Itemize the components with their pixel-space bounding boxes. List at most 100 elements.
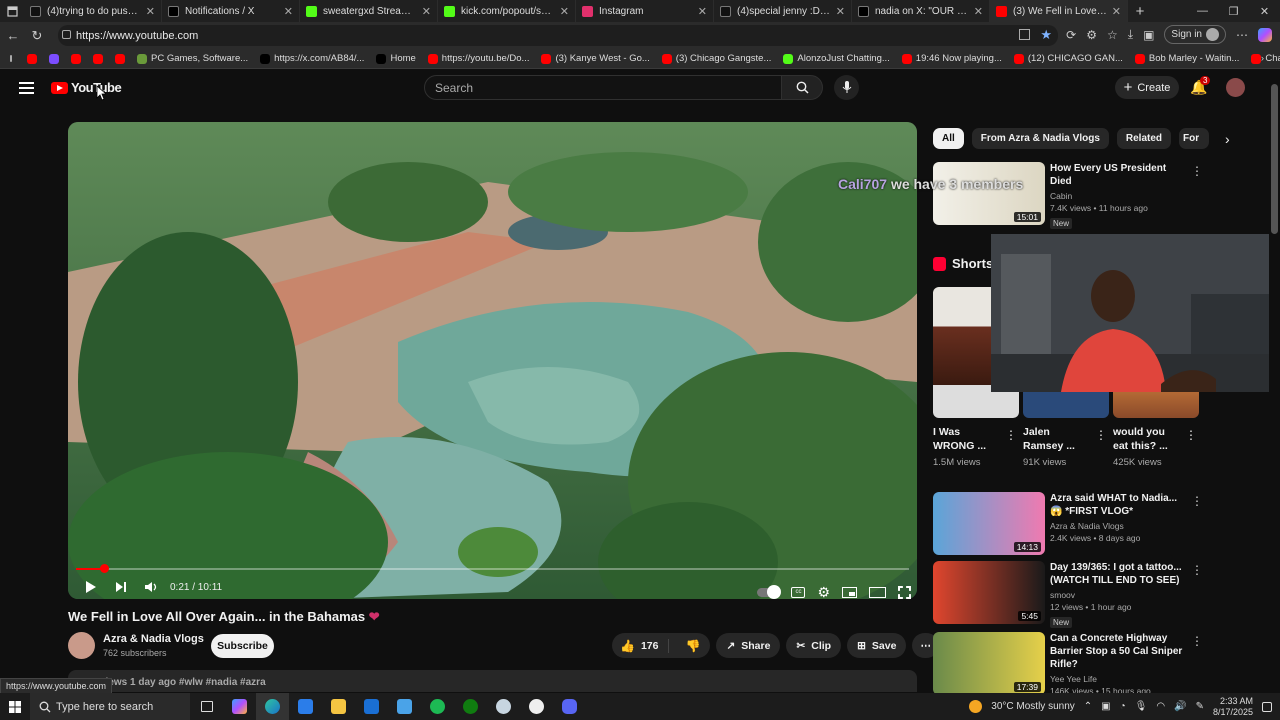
- bookmark-item[interactable]: https://x.com/AB84/...: [257, 53, 367, 64]
- close-tab-icon[interactable]: ✕: [836, 5, 845, 18]
- more-menu-icon[interactable]: ⋯: [1236, 28, 1248, 42]
- photos-icon[interactable]: [388, 699, 421, 714]
- sign-in-button[interactable]: Sign in: [1164, 25, 1226, 44]
- create-button[interactable]: + Create: [1115, 76, 1179, 99]
- video-thumbnail[interactable]: 17:39: [933, 632, 1045, 695]
- bookmark-item[interactable]: [90, 53, 106, 64]
- xbox-icon[interactable]: [454, 699, 487, 714]
- back-icon[interactable]: ←: [1, 28, 25, 43]
- browser-tab[interactable]: Instagram ✕: [576, 0, 714, 22]
- extensions-icon[interactable]: ⚙: [1086, 28, 1097, 42]
- notification-center-icon[interactable]: [1262, 701, 1272, 712]
- subscribe-button[interactable]: Subscribe: [211, 634, 274, 658]
- favorites-icon[interactable]: ☆: [1107, 28, 1118, 42]
- search-input[interactable]: Search: [424, 75, 782, 100]
- captions-icon[interactable]: cc: [791, 587, 806, 598]
- browser-tab[interactable]: (4)trying to do push-ups fo ✕: [24, 0, 162, 22]
- recommended-title[interactable]: Azra said WHAT to Nadia...😱 *FIRST VLOG*: [1050, 492, 1185, 518]
- close-tab-icon[interactable]: ✕: [422, 5, 431, 18]
- close-tab-icon[interactable]: ✕: [284, 5, 293, 18]
- minimize-icon[interactable]: —: [1187, 0, 1218, 22]
- channel-name[interactable]: Azra & Nadia Vlogs: [103, 633, 204, 645]
- copilot-taskbar-icon[interactable]: [223, 699, 256, 714]
- store-icon[interactable]: [289, 699, 322, 714]
- bookmark-item[interactable]: 19:46 Now playing...: [899, 53, 1005, 64]
- site-info-icon[interactable]: [62, 30, 71, 39]
- menu-icon[interactable]: [19, 82, 34, 97]
- recommended-title[interactable]: How Every US President Died: [1050, 162, 1185, 188]
- close-tab-icon[interactable]: ✕: [146, 5, 155, 18]
- short-menu-icon[interactable]: ⋮: [1005, 428, 1017, 442]
- restore-icon[interactable]: ❐: [1218, 0, 1249, 22]
- bookmark-item[interactable]: [68, 53, 84, 64]
- chip-related[interactable]: Related: [1116, 128, 1172, 149]
- short-menu-icon[interactable]: ⋮: [1185, 428, 1197, 442]
- browser-tab[interactable]: (3) We Fell in Love All ✕: [990, 0, 1128, 22]
- recommended-title[interactable]: Can a Concrete Highway Barrier Stop a 50…: [1050, 632, 1185, 671]
- share-button[interactable]: ↗ Share: [716, 633, 781, 658]
- play-button[interactable]: [76, 580, 106, 594]
- bookmark-item[interactable]: (3) Kanye West - Go...: [538, 53, 652, 64]
- settings-gear-icon[interactable]: ⚙: [817, 584, 830, 601]
- copilot-icon[interactable]: [1258, 27, 1272, 42]
- video-menu-icon[interactable]: ⋮: [1191, 563, 1203, 577]
- start-button[interactable]: [0, 700, 30, 713]
- steam-icon[interactable]: [487, 699, 520, 714]
- bookmarks-folder-icon[interactable]: [10, 55, 12, 62]
- bookmark-item[interactable]: Bob Marley - Waitin...: [1132, 53, 1242, 64]
- browser-tab[interactable]: (4)special jenny :D (@jenn ✕: [714, 0, 852, 22]
- bookmark-item[interactable]: AlonzoJust Chatting...: [780, 53, 892, 64]
- next-button[interactable]: [106, 581, 136, 593]
- miniplayer-icon[interactable]: [842, 587, 857, 598]
- volume-button[interactable]: [136, 581, 166, 593]
- save-button[interactable]: ⊞ Save: [847, 633, 907, 658]
- browser-tab[interactable]: nadia on X: "OUR BAHAMA ✕: [852, 0, 990, 22]
- chip-from-channel[interactable]: From Azra & Nadia Vlogs: [971, 128, 1109, 149]
- bookmark-item[interactable]: [46, 53, 62, 64]
- recommended-channel[interactable]: Azra & Nadia Vlogs: [1050, 521, 1185, 531]
- browser-tab[interactable]: Notifications / X ✕: [162, 0, 300, 22]
- tray-app-icon[interactable]: ▣: [1101, 701, 1110, 712]
- recommended-channel[interactable]: Cabin: [1050, 191, 1185, 201]
- url-input[interactable]: https://www.youtube.com ★: [58, 25, 1058, 46]
- bookmark-item[interactable]: https://youtu.be/Do...: [425, 53, 533, 64]
- tab-actions-icon[interactable]: [0, 5, 24, 17]
- bookmark-item[interactable]: (3) Chicago Gangste...: [659, 53, 775, 64]
- bookmarks-overflow-icon[interactable]: ›: [1261, 53, 1264, 64]
- autoplay-toggle[interactable]: [757, 585, 782, 599]
- weather-icon[interactable]: [969, 700, 983, 713]
- close-tab-icon[interactable]: ✕: [560, 5, 569, 18]
- task-view-icon[interactable]: [190, 701, 223, 712]
- recommended-channel[interactable]: smoov: [1050, 590, 1185, 600]
- close-tab-icon[interactable]: ✕: [1112, 5, 1121, 18]
- speaker-icon[interactable]: 🔊: [1174, 701, 1186, 712]
- pen-icon[interactable]: ✎: [1196, 701, 1204, 712]
- browser-tab[interactable]: sweatergxd Stream - Watch ✕: [300, 0, 438, 22]
- recommended-title[interactable]: Day 139/365: I got a tattoo... (WATCH TI…: [1050, 561, 1185, 587]
- bookmark-item[interactable]: PC Games, Software...: [134, 53, 251, 64]
- video-thumbnail[interactable]: 15:01: [933, 162, 1045, 225]
- video-menu-icon[interactable]: ⋮: [1191, 494, 1203, 508]
- recommended-video[interactable]: 17:39 Can a Concrete Highway Barrier Stop…: [933, 632, 1203, 696]
- microphone-tray-icon[interactable]: 🎙: [1135, 701, 1148, 712]
- voice-search-button[interactable]: [834, 75, 859, 100]
- dislike-button[interactable]: 👎: [675, 639, 710, 653]
- progress-bar[interactable]: [76, 564, 909, 573]
- close-window-icon[interactable]: ✕: [1249, 0, 1280, 22]
- short-menu-icon[interactable]: ⋮: [1095, 428, 1107, 442]
- new-tab-button[interactable]: +: [1128, 3, 1152, 20]
- bookmark-item[interactable]: Home: [373, 53, 418, 64]
- video-player[interactable]: [68, 122, 917, 599]
- scrollbar-thumb[interactable]: [1271, 84, 1278, 234]
- fullscreen-icon[interactable]: [898, 586, 911, 599]
- recommended-video[interactable]: 5:45 Day 139/365: I got a tattoo... (WATC…: [933, 561, 1203, 628]
- search-button[interactable]: [781, 75, 823, 100]
- bookmark-item[interactable]: [24, 53, 40, 64]
- weather-text[interactable]: 30°C Mostly sunny: [991, 701, 1074, 712]
- clock[interactable]: 2:33 AM 8/17/2025: [1213, 696, 1253, 718]
- account-avatar[interactable]: [1226, 78, 1245, 97]
- app-icon[interactable]: [520, 699, 553, 714]
- youtube-logo[interactable]: YouTube: [51, 80, 122, 95]
- clip-button[interactable]: ✂ Clip: [786, 633, 842, 658]
- taskbar-search-input[interactable]: Type here to search: [30, 693, 190, 720]
